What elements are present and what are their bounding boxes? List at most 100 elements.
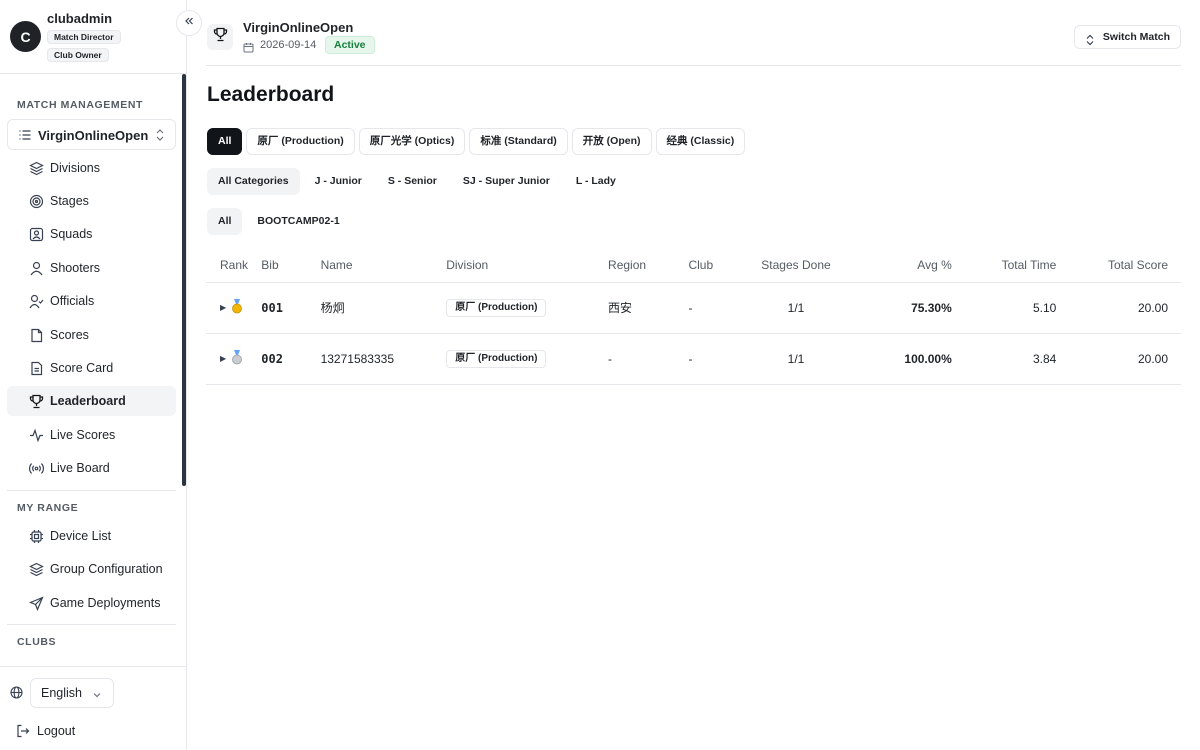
column-header-avg-percent[interactable]: Avg % <box>846 249 952 283</box>
match-date: 2026-09-14 <box>260 39 317 51</box>
chevron-down-icon <box>92 687 102 705</box>
section-title-my-range: MY RANGE <box>17 502 79 514</box>
division-chip-all[interactable]: All <box>207 128 243 155</box>
bib-cell: 001 <box>261 282 321 334</box>
sidebar-item-label: Shooters <box>50 261 101 275</box>
sidebar-item-live-board[interactable]: Live Board <box>7 453 176 483</box>
division-chip-classic[interactable]: 经典 (Classic) <box>655 128 746 155</box>
division-filter: All 原厂 (Production) 原厂光学 (Optics) 标准 (St… <box>207 128 746 155</box>
match-header: VirginOnlineOpen 2026-09-14 Active Switc… <box>206 0 1181 66</box>
gold-medal-icon <box>231 298 243 317</box>
sidebar-item-score-card[interactable]: Score Card <box>7 353 176 383</box>
total-time-cell: 5.10 <box>951 282 1057 334</box>
column-header-bib[interactable]: Bib <box>261 249 321 283</box>
total-score-cell: 20.00 <box>1056 282 1181 334</box>
club-cell: - <box>688 282 746 334</box>
expand-row-icon[interactable]: ▶ <box>220 354 226 363</box>
sidebar-item-scores[interactable]: Scores <box>7 320 176 350</box>
sidebar-item-divisions[interactable]: Divisions <box>7 153 176 183</box>
sidebar-item-shooters[interactable]: Shooters <box>7 253 176 283</box>
match-selector[interactable]: VirginOnlineOpen <box>7 119 176 150</box>
role-badge-match-director: Match Director <box>47 30 121 44</box>
column-header-division[interactable]: Division <box>446 249 609 283</box>
division-cell: 原厂 (Production) <box>446 282 609 334</box>
division-chip-production[interactable]: 原厂 (Production) <box>246 128 355 155</box>
language-select[interactable]: English <box>30 678 114 708</box>
user-check-icon <box>29 294 44 309</box>
sidebar-item-label: Device List <box>50 529 112 543</box>
switch-match-button[interactable]: Switch Match <box>1073 25 1181 49</box>
category-chip-junior[interactable]: J - Junior <box>304 168 373 195</box>
division-badge: 原厂 (Production) <box>446 349 547 368</box>
column-header-total-time[interactable]: Total Time <box>951 249 1057 283</box>
total-time-cell: 3.84 <box>951 333 1057 385</box>
sidebar-item-device-list[interactable]: Device List <box>7 521 176 551</box>
sidebar-item-label: Leaderboard <box>50 394 126 408</box>
sidebar-item-label: Divisions <box>50 161 101 175</box>
category-chip-super-junior[interactable]: SJ - Super Junior <box>452 168 561 195</box>
division-chip-optics[interactable]: 原厂光学 (Optics) <box>358 128 466 155</box>
squad-chip-all[interactable]: All <box>207 208 243 235</box>
bib-cell: 002 <box>261 333 321 385</box>
layers-icon <box>29 161 44 176</box>
send-icon <box>28 596 44 612</box>
sidebar-item-label: Game Deployments <box>50 596 161 610</box>
calendar-icon <box>243 40 254 58</box>
squad-chip-bootcamp02-1[interactable]: BOOTCAMP02-1 <box>246 208 350 235</box>
sidebar-item-label: Stages <box>50 194 89 208</box>
column-header-name[interactable]: Name <box>320 249 447 283</box>
sidebar-scroll-area[interactable]: MATCH MANAGEMENT VirginOnlineOpen Divisi… <box>0 74 186 666</box>
sidebar-item-label: Officials <box>50 294 95 308</box>
expand-row-icon[interactable]: ▶ <box>220 303 226 312</box>
section-title-clubs: CLUBS <box>17 636 57 648</box>
sidebar-item-officials[interactable]: Officials <box>7 286 176 316</box>
logout-button[interactable]: Logout <box>0 719 186 745</box>
layers-icon <box>29 562 44 577</box>
division-badge: 原厂 (Production) <box>446 298 547 317</box>
stages-cell: 1/1 <box>745 282 847 334</box>
logout-icon <box>16 724 30 743</box>
collapse-sidebar-button[interactable] <box>176 10 202 36</box>
app-root: C clubadmin Match Director Club Owner MA… <box>0 0 1200 750</box>
division-chip-open[interactable]: 开放 (Open) <box>571 128 652 155</box>
chevron-up-down-icon <box>1085 32 1095 54</box>
username: clubadmin <box>47 11 113 26</box>
category-chip-all[interactable]: All Categories <box>207 168 300 195</box>
sidebar-item-leaderboard[interactable]: Leaderboard <box>7 386 176 416</box>
sidebar-footer: English Logout <box>0 666 186 750</box>
category-chip-lady[interactable]: L - Lady <box>565 168 627 195</box>
rank-cell: ▶ <box>206 282 262 334</box>
column-header-region[interactable]: Region <box>608 249 689 283</box>
match-trophy-badge <box>207 24 233 50</box>
page-title: Leaderboard <box>207 83 335 106</box>
role-badge-club-owner: Club Owner <box>47 48 109 62</box>
rank-cell: ▶ <box>206 333 262 385</box>
division-chip-standard[interactable]: 标准 (Standard) <box>469 128 568 155</box>
sidebar-item-group-configuration[interactable]: Group Configuration <box>7 554 176 584</box>
file-text-icon <box>29 361 44 376</box>
sidebar: C clubadmin Match Director Club Owner MA… <box>0 0 202 750</box>
cpu-icon <box>29 529 44 544</box>
silver-medal-icon <box>231 349 243 368</box>
logout-label: Logout <box>37 724 76 738</box>
category-chip-senior[interactable]: S - Senior <box>377 168 448 195</box>
status-badge: Active <box>325 36 375 54</box>
sidebar-scrollbar[interactable] <box>182 74 186 486</box>
name-cell: 13271583335 <box>320 333 447 385</box>
column-header-stages-done[interactable]: Stages Done <box>745 249 847 283</box>
total-score-cell: 20.00 <box>1056 333 1181 385</box>
avatar[interactable]: C <box>10 21 41 52</box>
avg-percent-cell: 75.30% <box>846 282 952 334</box>
column-header-club[interactable]: Club <box>688 249 746 283</box>
sidebar-item-stages[interactable]: Stages <box>7 186 176 216</box>
column-header-total-score[interactable]: Total Score <box>1056 249 1181 283</box>
broadcast-icon <box>29 461 44 476</box>
sidebar-item-squads[interactable]: Squads <box>7 219 176 249</box>
users-icon <box>29 227 44 242</box>
table-row[interactable]: ▶ 001 杨炯 原厂 (Production) 西安 - 1/1 75.30%… <box>206 282 1181 334</box>
sidebar-item-game-deployments[interactable]: Game Deployments <box>7 588 176 618</box>
column-header-rank[interactable]: Rank <box>206 249 262 283</box>
trophy-icon <box>29 394 44 409</box>
sidebar-item-live-scores[interactable]: Live Scores <box>7 420 176 450</box>
table-row[interactable]: ▶ 002 13271583335 原厂 (Production) - - 1/… <box>206 333 1181 385</box>
